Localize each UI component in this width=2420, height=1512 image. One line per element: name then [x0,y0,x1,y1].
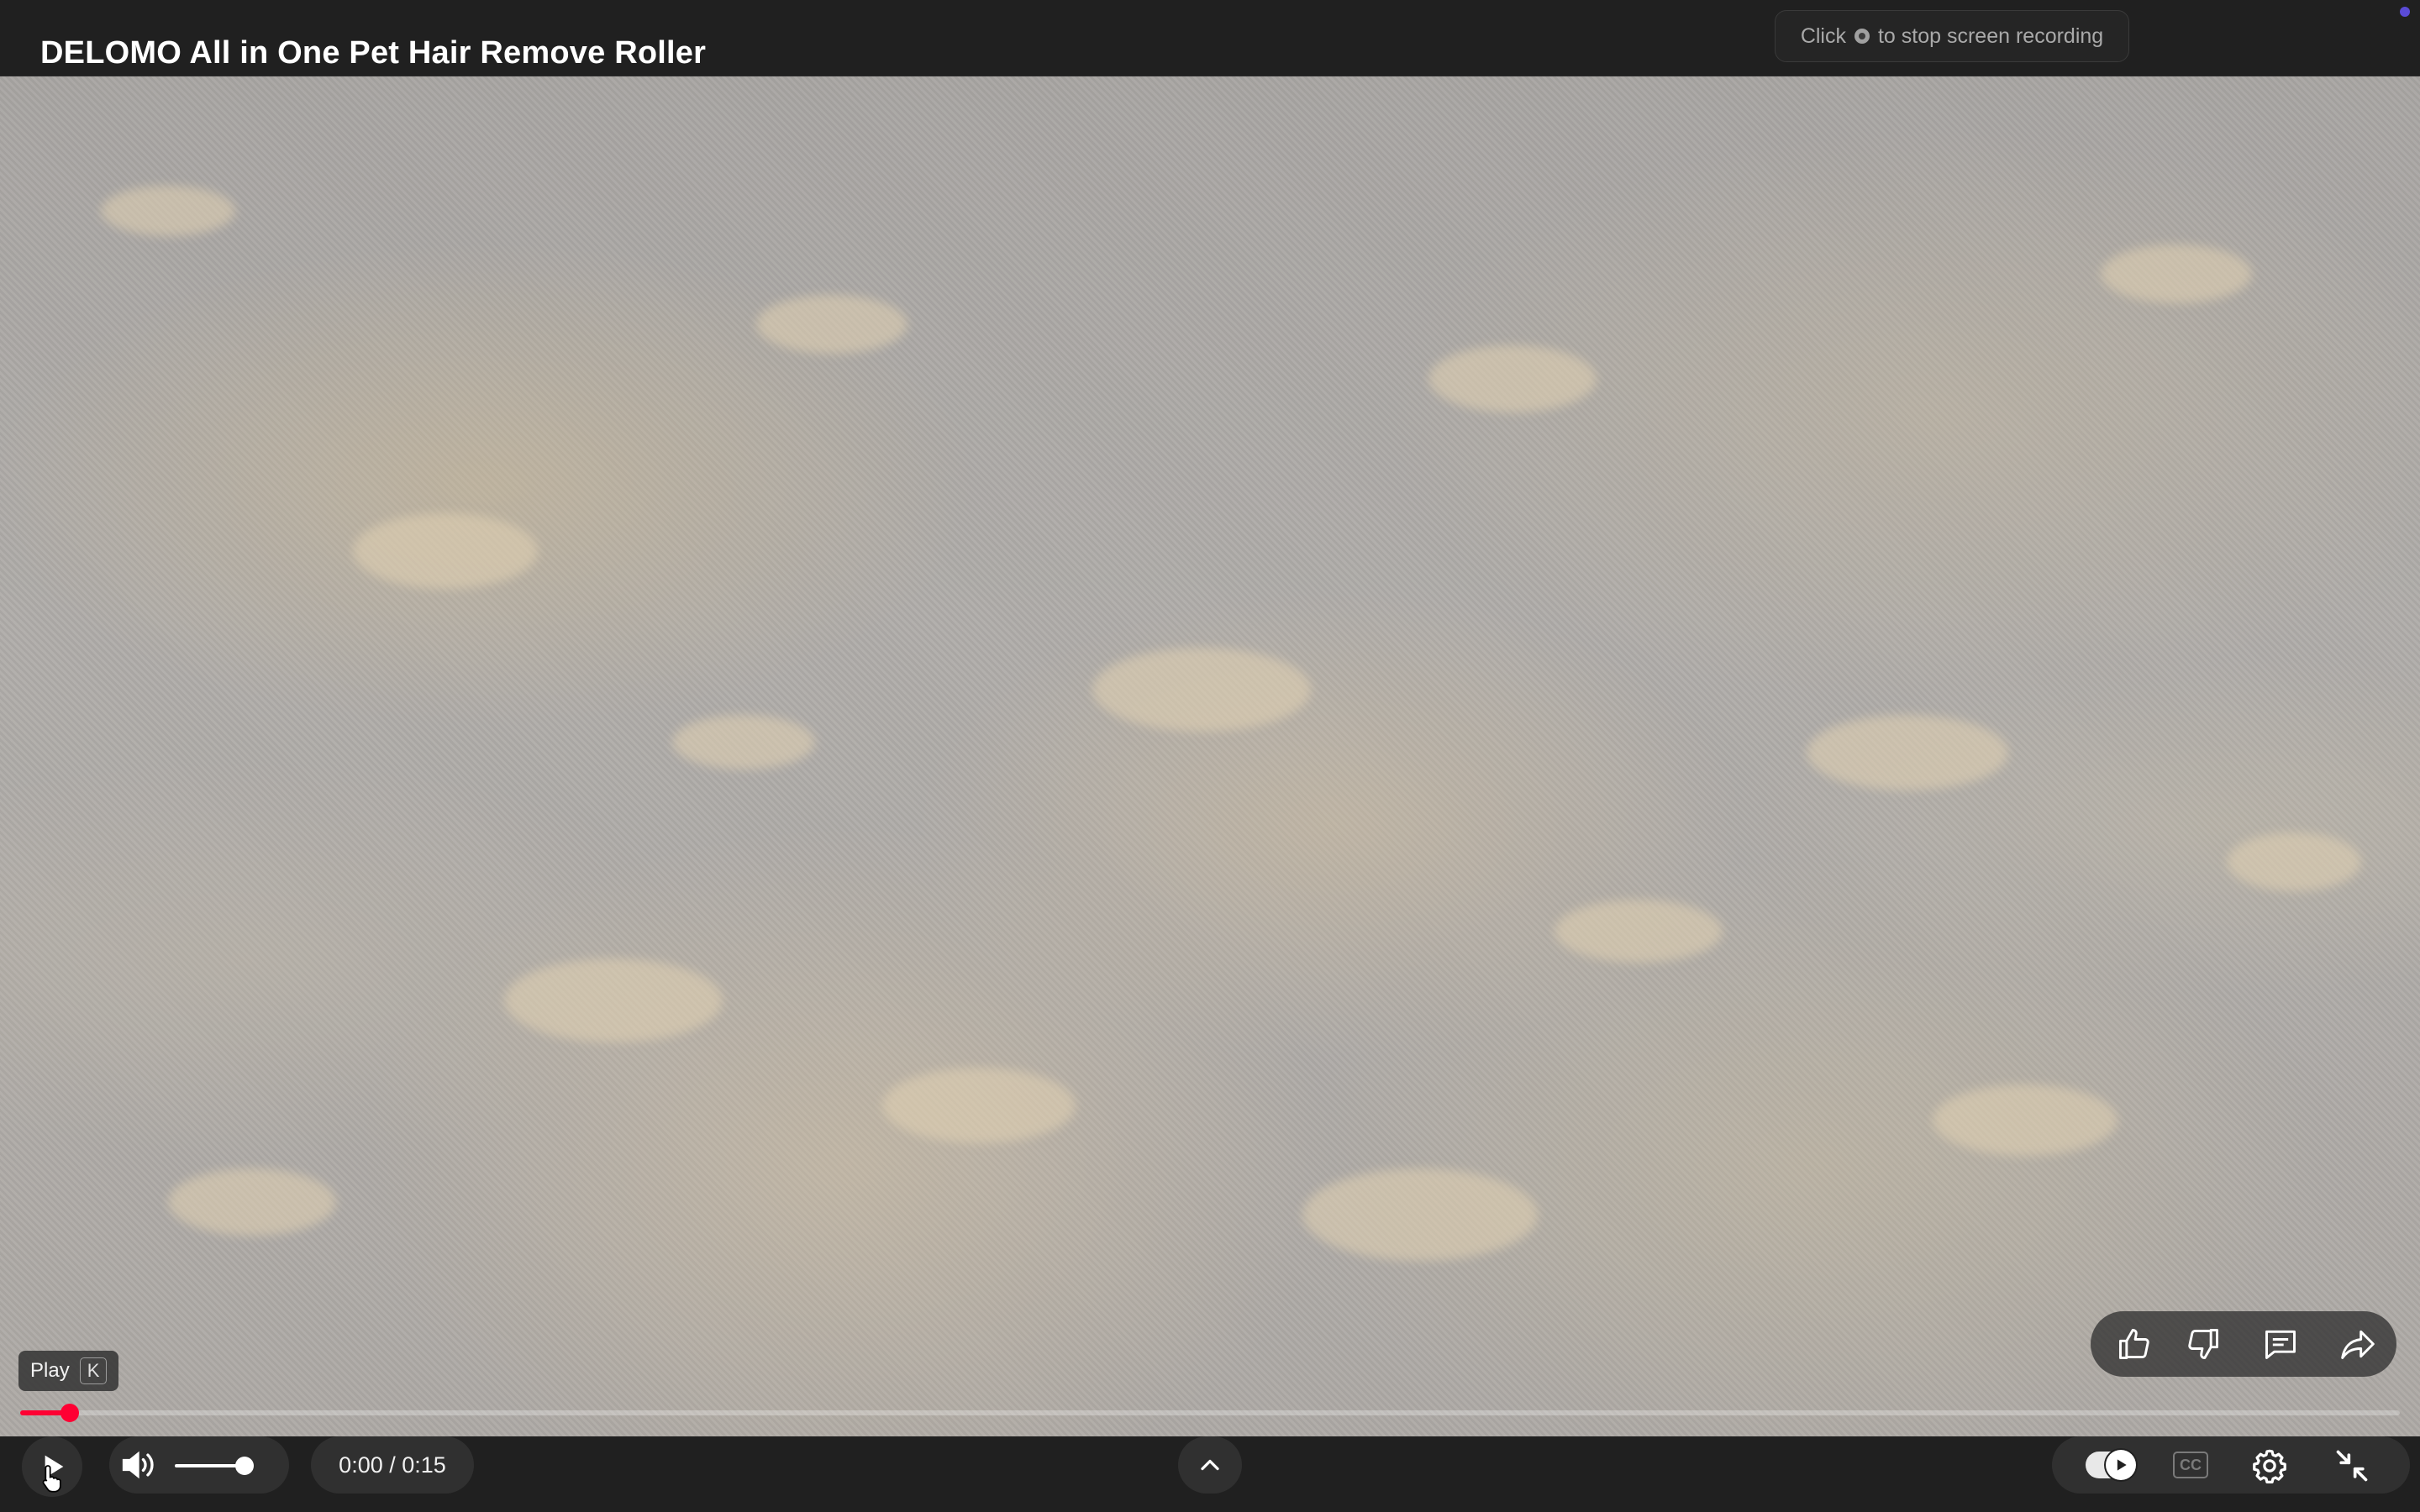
thumbs-down-icon[interactable] [2178,1319,2228,1369]
thumbs-up-icon[interactable] [2109,1319,2160,1369]
engagement-actions [2091,1311,2396,1377]
current-time: 0:00 [339,1452,383,1478]
chapters-expand-button[interactable] [1178,1436,1242,1494]
comment-icon[interactable] [2255,1319,2306,1369]
recording-banner-text-after: to stop screen recording [1877,24,2104,48]
play-tooltip: Play K [18,1351,119,1391]
autoplay-toggle[interactable] [2086,1450,2136,1480]
autoplay-knob [2106,1450,2136,1480]
record-stop-icon[interactable] [1854,29,1870,44]
autoplay-play-icon [2117,1459,2127,1471]
share-icon[interactable] [2333,1319,2383,1369]
duration: 0:15 [402,1452,446,1478]
top-bar: DELOMO All in One Pet Hair Remove Roller… [0,0,2420,76]
mouse-cursor-icon [40,1463,66,1498]
tooltip-shortcut-key: K [79,1357,108,1384]
captions-button[interactable]: CC [2173,1452,2208,1478]
video-frame[interactable] [0,76,2420,1436]
chevron-up-icon [1201,1459,1219,1471]
recording-banner-text-before: Click [1800,24,1846,48]
time-display: 0:00 / 0:15 [311,1436,474,1494]
volume-slider[interactable] [175,1457,254,1475]
exit-fullscreen-button[interactable] [2328,1441,2376,1490]
video-title: DELOMO All in One Pet Hair Remove Roller [40,35,707,71]
gear-icon [2253,1449,2286,1483]
tooltip-label: Play [30,1359,70,1382]
settings-button[interactable] [2245,1441,2294,1490]
screen-recording-banner[interactable]: Click to stop screen recording [1775,10,2129,62]
time-separator: / [382,1452,402,1478]
volume-icon[interactable] [113,1440,163,1490]
recording-indicator-dot [2400,7,2410,17]
volume-slider-handle[interactable] [234,1457,254,1475]
collapse-icon [2336,1450,2368,1482]
progress-bar[interactable] [20,1404,2400,1422]
